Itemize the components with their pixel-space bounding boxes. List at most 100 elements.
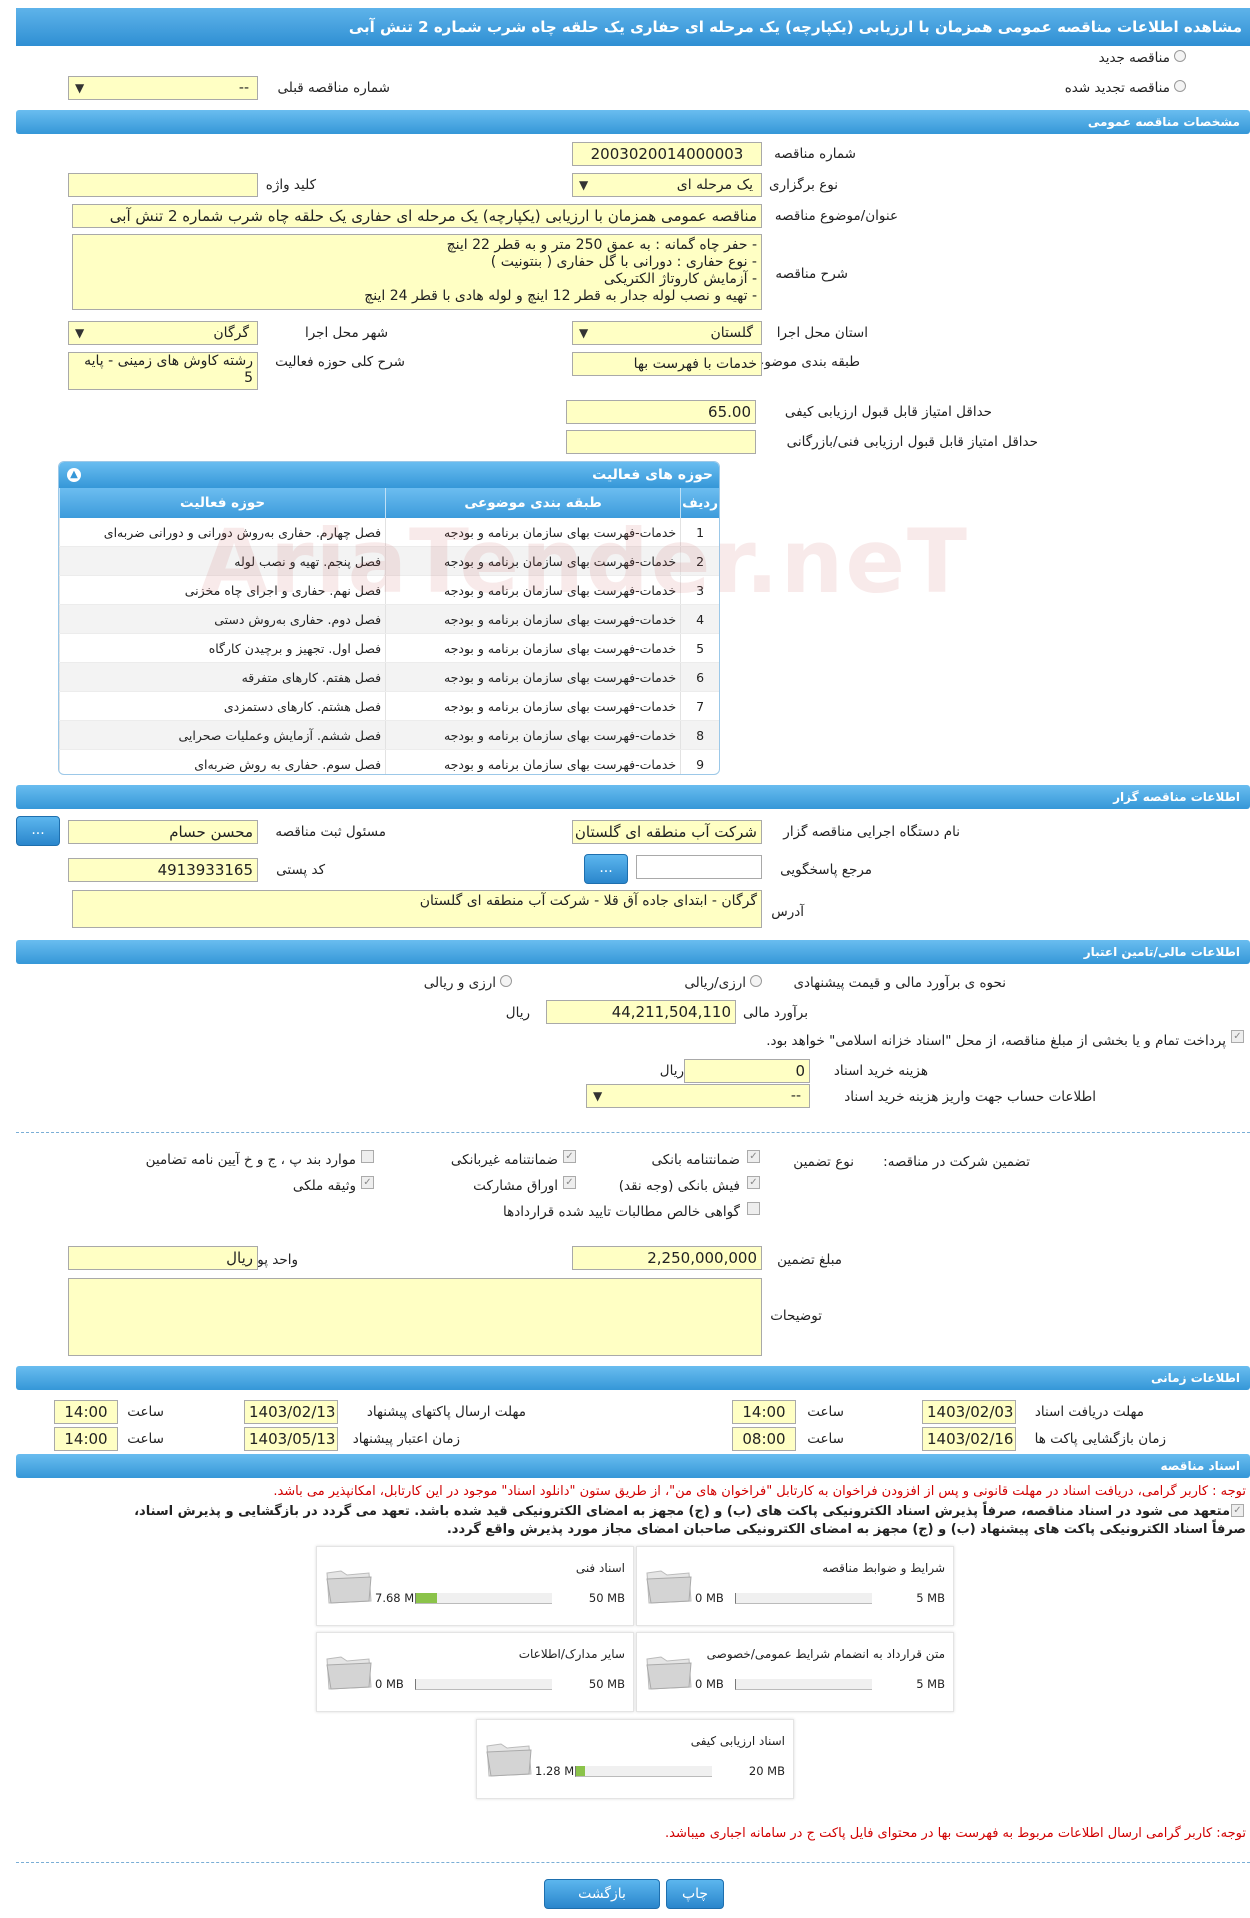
registrar-lookup-button[interactable]: ... xyxy=(16,816,60,846)
documents-note: توجه : کاربر گرامی، دریافت اسناد در مهلت… xyxy=(273,1484,1246,1499)
activities-grid-header: حوزه های فعالیت ▲ xyxy=(59,462,719,488)
description-field[interactable]: - حفر چاه گمانه : به عمق 250 متر و به قط… xyxy=(72,234,762,310)
currency-and-rial-radio[interactable] xyxy=(500,975,512,987)
doc-card-max-size: 50 MB xyxy=(588,1677,625,1691)
currency-rial-label: ارزی/ریالی xyxy=(684,975,746,991)
registrar-field[interactable]: محسن حسام xyxy=(68,820,258,844)
doc-card-usage-fill xyxy=(576,1766,585,1776)
row-category: خدمات-فهرست بهای سازمان برنامه و بودجه xyxy=(385,633,681,663)
tender-number-field[interactable]: 2003020014000003 xyxy=(572,142,762,166)
treasury-checkbox[interactable]: ✓ xyxy=(1231,1030,1244,1043)
new-tender-radio[interactable] xyxy=(1174,50,1186,62)
doc-card[interactable]: سایر مدارک/اطلاعات 0 MB 50 MB xyxy=(316,1632,634,1712)
table-row[interactable]: 1 خدمات-فهرست بهای سازمان برنامه و بودجه ف… xyxy=(59,518,719,547)
row-activity: فصل هفتم. کارهای متفرقه xyxy=(59,662,386,692)
min-quality-field[interactable]: 65.00 xyxy=(566,400,756,424)
commit-checkbox[interactable]: ✓ xyxy=(1231,1504,1244,1517)
open-date[interactable]: 1403/02/16 xyxy=(922,1427,1016,1451)
guarantee-option-checkbox[interactable]: ✓ xyxy=(747,1176,760,1189)
activity-desc-field[interactable]: رشته کاوش های زمینی - پایه 5 xyxy=(68,352,258,390)
notes-label: توضیحات xyxy=(770,1308,822,1324)
send-deadline-date[interactable]: 1403/02/13 xyxy=(244,1400,338,1424)
table-row[interactable]: 9 خدمات-فهرست بهای سازمان برنامه و بودجه ف… xyxy=(59,749,719,774)
account-select[interactable]: -- ▼ xyxy=(586,1084,810,1108)
treasury-note: پرداخت تمام و یا بخشی از مبلغ مناقصه، از… xyxy=(766,1033,1226,1049)
back-button[interactable]: بازگشت xyxy=(544,1879,660,1909)
validity-time[interactable]: 14:00 xyxy=(54,1427,118,1451)
table-row[interactable]: 4 خدمات-فهرست بهای سازمان برنامه و بودجه ف… xyxy=(59,604,719,634)
table-row[interactable]: 8 خدمات-فهرست بهای سازمان برنامه و بودجه ف… xyxy=(59,720,719,750)
keyword-label: کلید واژه xyxy=(265,177,316,193)
doc-card[interactable]: متن قرارداد به انضمام شرایط عمومی/خصوصی … xyxy=(636,1632,954,1712)
address-field[interactable]: گرگان - ابتدای جاده آق قلا - شرکت آب منط… xyxy=(72,890,762,928)
holding-type-label: نوع برگزاری xyxy=(769,177,838,193)
doc-card[interactable]: اسناد ارزیابی کیفی 1.28 MB 20 MB xyxy=(476,1719,794,1799)
doc-card-name: اسناد ارزیابی کیفی xyxy=(690,1734,785,1748)
page-title: مشاهده اطلاعات مناقصه عمومی همزمان با ار… xyxy=(16,8,1250,46)
table-row[interactable]: 7 خدمات-فهرست بهای سازمان برنامه و بودجه ف… xyxy=(59,691,719,721)
doc-card-used-size: 0 MB xyxy=(695,1677,724,1691)
category-field[interactable]: خدمات با فهرست بها xyxy=(572,352,762,376)
doc-card[interactable]: اسناد فنی 7.68 MB 50 MB xyxy=(316,1546,634,1626)
row-category: خدمات-فهرست بهای سازمان برنامه و بودجه xyxy=(385,604,681,634)
table-row[interactable]: 6 خدمات-فهرست بهای سازمان برنامه و بودجه ف… xyxy=(59,662,719,692)
guarantee-option-checkbox[interactable]: ✓ xyxy=(361,1176,374,1189)
doc-receive-time[interactable]: 14:00 xyxy=(732,1400,796,1424)
min-tech-field[interactable] xyxy=(566,430,756,454)
keyword-field[interactable] xyxy=(68,173,258,197)
row-category: خدمات-فهرست بهای سازمان برنامه و بودجه xyxy=(385,720,681,750)
activity-desc-label: شرح کلی حوزه فعالیت xyxy=(275,354,405,370)
doc-card[interactable]: شرایط و ضوابط مناقصه 0 MB 5 MB xyxy=(636,1546,954,1626)
activities-grid-title: حوزه های فعالیت xyxy=(592,467,713,483)
estimate-label: برآورد مالی xyxy=(742,1005,808,1021)
renewed-tender-radio[interactable] xyxy=(1174,80,1186,92)
column-header-row-number[interactable]: ردیف xyxy=(680,488,719,518)
table-row[interactable]: 3 خدمات-فهرست بهای سازمان برنامه و بودجه ف… xyxy=(59,575,719,605)
postal-code-field[interactable]: 4913933165 xyxy=(68,858,258,882)
table-row[interactable]: 2 خدمات-فهرست بهای سازمان برنامه و بودجه ف… xyxy=(59,546,719,576)
holding-type-select[interactable]: یک مرحله ای ▼ xyxy=(572,173,762,197)
send-deadline-time[interactable]: 14:00 xyxy=(54,1400,118,1424)
doc-card-max-size: 5 MB xyxy=(916,1591,945,1605)
guarantee-option-checkbox[interactable]: ✓ xyxy=(563,1176,576,1189)
subject-field[interactable]: مناقصه عمومی همزمان با ارزیابی (یکپارچه)… xyxy=(72,204,762,228)
prev-number-select[interactable]: -- ▼ xyxy=(68,76,258,100)
guarantee-option-checkbox[interactable] xyxy=(361,1150,374,1163)
province-select[interactable]: گلستان ▼ xyxy=(572,321,762,345)
prev-number-value: -- xyxy=(238,80,249,96)
open-time[interactable]: 08:00 xyxy=(732,1427,796,1451)
row-number: 4 xyxy=(680,604,719,634)
row-number: 8 xyxy=(680,720,719,750)
description-line: - آزمایش کاروتاژ الکتریکی xyxy=(603,271,757,287)
estimate-field[interactable]: 44,211,504,110 xyxy=(546,1000,736,1024)
reference-label: مرجع پاسخگویی xyxy=(780,862,872,878)
send-deadline-hour-label: ساعت xyxy=(127,1404,164,1420)
currency-unit-field[interactable]: ریال xyxy=(68,1246,258,1270)
guarantee-option-label: موارد بند پ ، ج و خ آیین نامه تضامین xyxy=(145,1152,356,1168)
currency-rial-radio[interactable] xyxy=(750,975,762,987)
table-row[interactable]: 5 خدمات-فهرست بهای سازمان برنامه و بودجه ف… xyxy=(59,633,719,663)
guarantee-option-label: اوراق مشارکت xyxy=(473,1178,558,1194)
column-header-category[interactable]: طبقه بندی موضوعی xyxy=(385,488,681,518)
address-label: آدرس xyxy=(771,904,804,920)
description-label: شرح مناقصه xyxy=(775,266,848,282)
doc-cost-field[interactable]: 0 xyxy=(684,1059,810,1083)
doc-receive-date[interactable]: 1403/02/03 xyxy=(922,1400,1016,1424)
guarantee-option-checkbox[interactable]: ✓ xyxy=(747,1150,760,1163)
doc-card-name: اسناد فنی xyxy=(575,1561,625,1575)
doc-card-max-size: 20 MB xyxy=(748,1764,785,1778)
guarantee-option-checkbox[interactable]: ✓ xyxy=(563,1150,576,1163)
guarantee-option-checkbox[interactable] xyxy=(747,1202,760,1215)
open-hour-label: ساعت xyxy=(807,1431,844,1447)
collapse-icon[interactable]: ▲ xyxy=(67,468,81,482)
column-header-activity[interactable]: حوزه فعالیت xyxy=(59,488,386,518)
print-button[interactable]: چاپ xyxy=(666,1879,724,1909)
reference-field[interactable] xyxy=(636,855,762,879)
doc-card-usage-fill xyxy=(416,1593,437,1603)
guarantee-amount-field[interactable]: 2,250,000,000 xyxy=(572,1246,762,1270)
notes-field[interactable] xyxy=(68,1278,762,1356)
validity-date[interactable]: 1403/05/13 xyxy=(244,1427,338,1451)
city-select[interactable]: گرگان ▼ xyxy=(68,321,258,345)
reference-lookup-button[interactable]: ... xyxy=(584,854,628,884)
org-name-field[interactable]: شرکت آب منطقه ای گلستان xyxy=(572,820,762,844)
